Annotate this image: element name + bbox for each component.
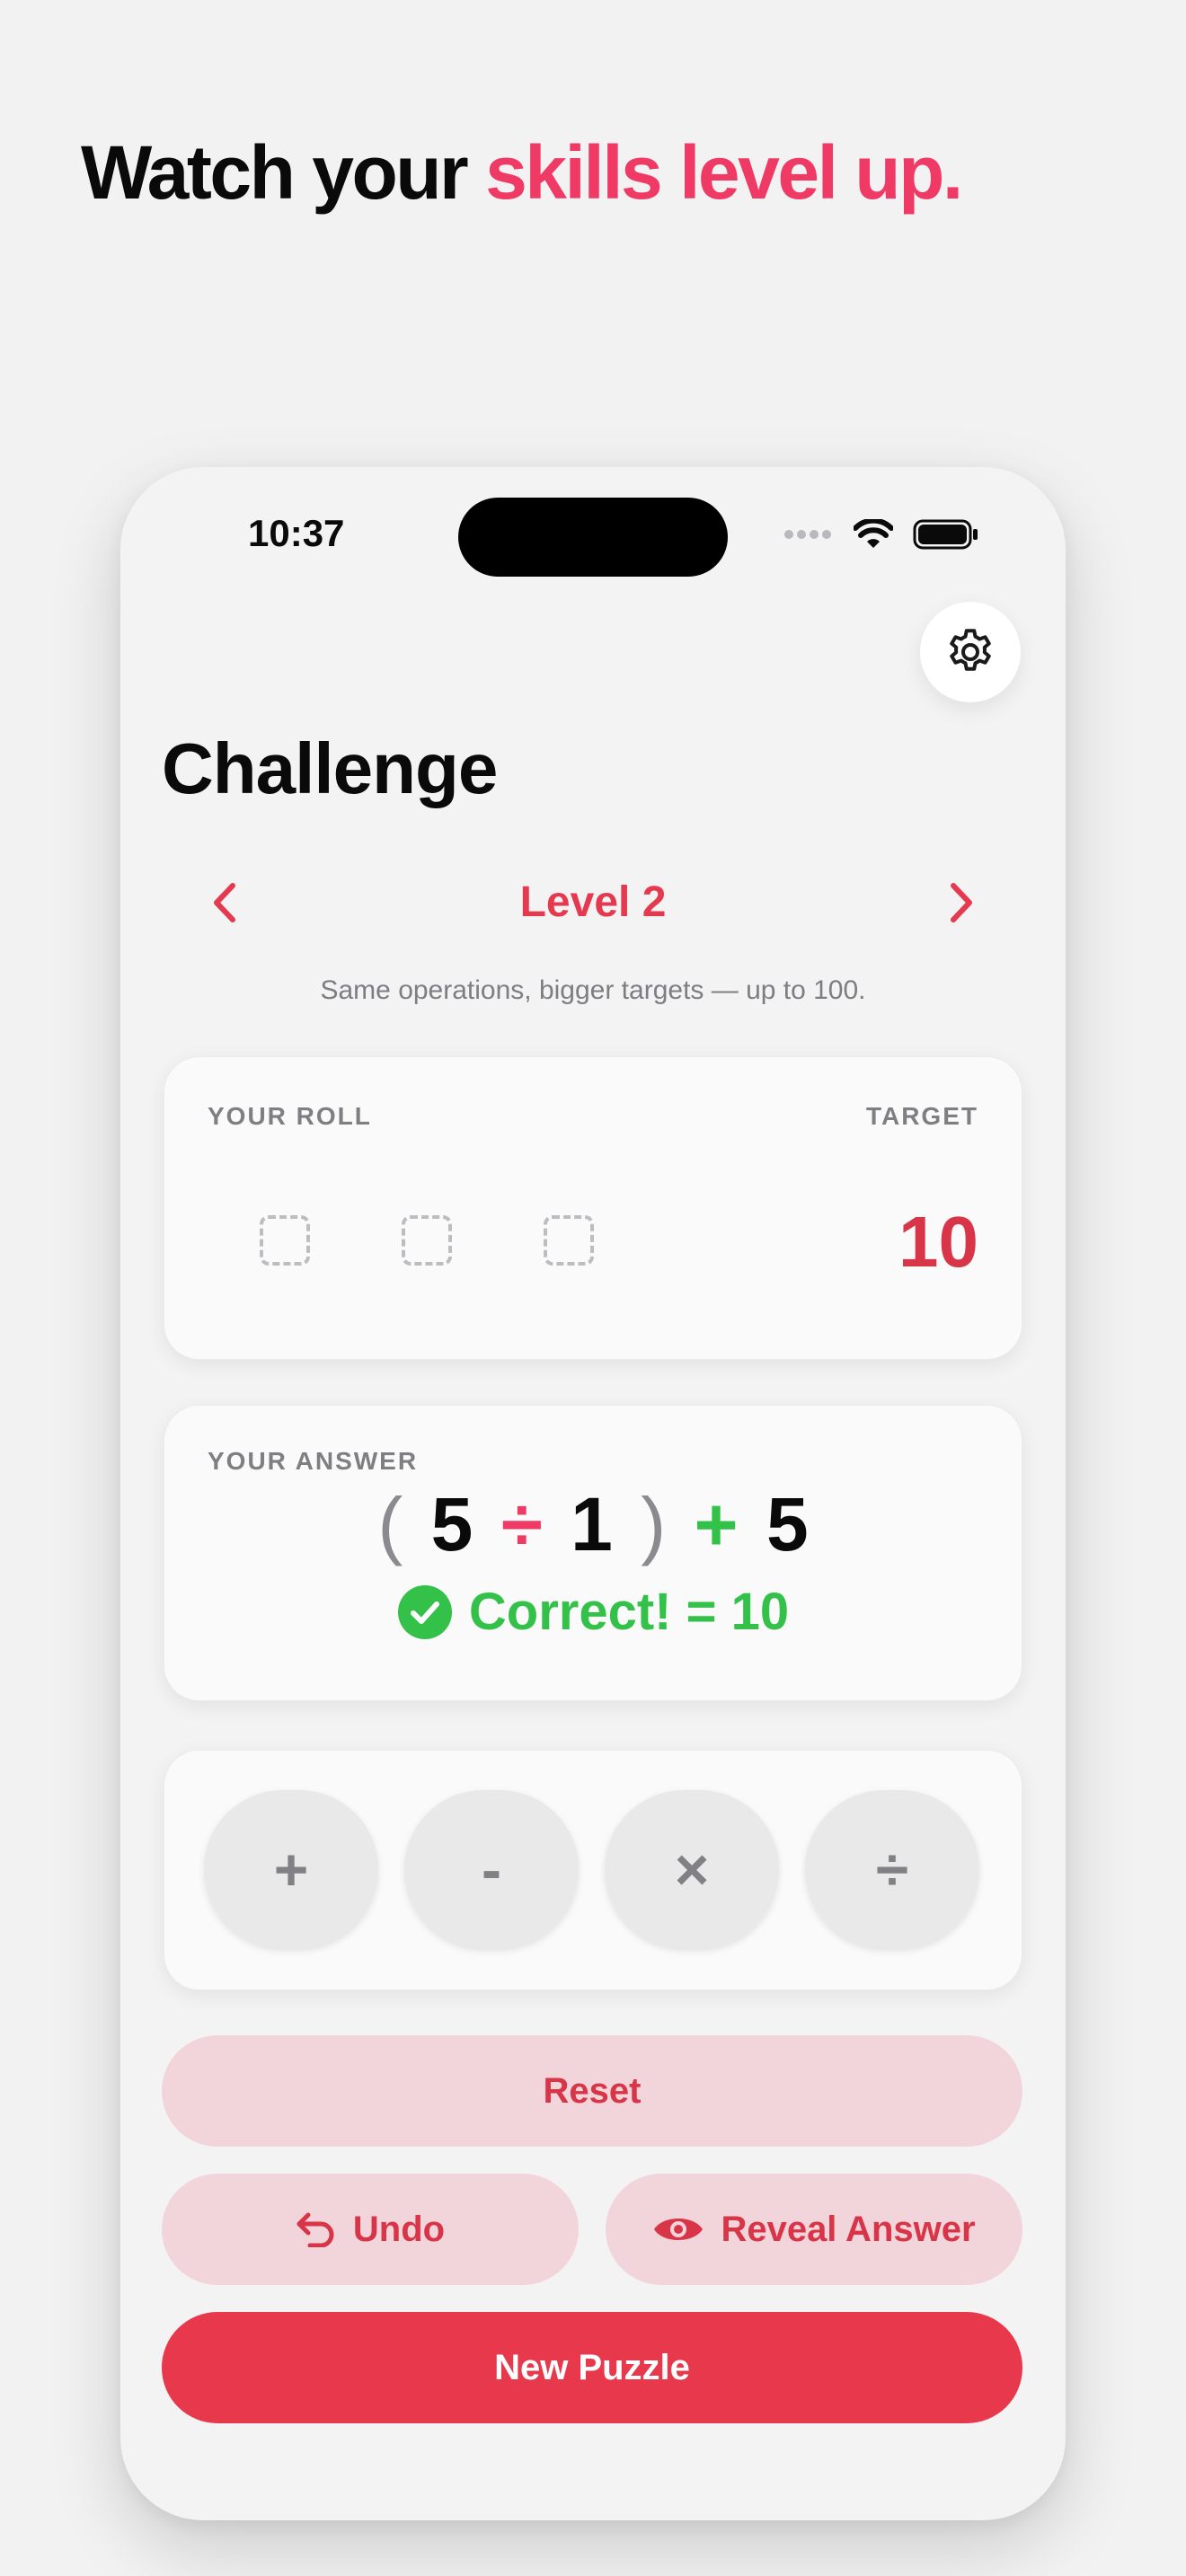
die-slot-1[interactable]	[260, 1215, 310, 1266]
die-slot-3[interactable]	[544, 1215, 594, 1266]
headline-prefix: Watch your	[81, 130, 486, 215]
expression-token: )	[641, 1482, 667, 1566]
roll-card: YOUR ROLL TARGET 10	[164, 1056, 1022, 1360]
settings-button[interactable]	[920, 602, 1021, 702]
operator-card: + - × ÷	[164, 1750, 1022, 1990]
answer-status: Correct! = 10	[164, 1582, 1022, 1642]
page-title: Challenge	[162, 728, 498, 808]
battery-icon	[913, 519, 978, 550]
expression-token: (	[377, 1482, 403, 1566]
new-puzzle-button[interactable]: New Puzzle	[162, 2312, 1022, 2423]
gear-icon	[950, 629, 991, 671]
dynamic-island	[458, 498, 728, 577]
expression-token: 5	[766, 1482, 809, 1566]
signal-dots-icon	[784, 530, 831, 539]
multiply-button[interactable]: ×	[605, 1790, 779, 1948]
chevron-right-icon	[951, 883, 972, 922]
level-label: Level 2	[519, 878, 667, 926]
level-selector: Level 2	[162, 867, 1024, 939]
divide-button[interactable]: ÷	[805, 1790, 979, 1948]
status-time: 10:37	[248, 512, 345, 554]
expression-token: 1	[571, 1482, 613, 1566]
new-puzzle-label: New Puzzle	[494, 2347, 690, 2387]
reveal-answer-button[interactable]: Reveal Answer	[606, 2174, 1022, 2285]
status-icons	[783, 519, 979, 550]
expression-token: ÷	[500, 1482, 543, 1566]
answer-expression: ( 5 ÷ 1 ) + 5	[164, 1486, 1022, 1562]
headline-accent: skills level up.	[485, 130, 963, 215]
minus-button[interactable]: -	[404, 1790, 579, 1948]
promo-headline: Watch your skills level up.	[81, 135, 963, 210]
answer-card: YOUR ANSWER ( 5 ÷ 1 ) + 5 Correct! = 10	[164, 1405, 1022, 1701]
expression-token: +	[694, 1482, 739, 1566]
your-roll-label: YOUR ROLL	[208, 1102, 372, 1130]
target-label: TARGET	[865, 1102, 978, 1130]
undo-button[interactable]: Undo	[162, 2174, 579, 2285]
eye-icon	[654, 2219, 704, 2240]
plus-button[interactable]: +	[204, 1790, 378, 1948]
next-level-button[interactable]	[933, 874, 990, 931]
answer-status-text: Correct! = 10	[468, 1583, 790, 1641]
target-value: 10	[898, 1202, 978, 1282]
reveal-answer-label: Reveal Answer	[721, 2209, 976, 2249]
phone-screen: 10:37 Challenge Level 2 Same operations,…	[120, 467, 1066, 2520]
check-circle-icon	[397, 1584, 452, 1639]
level-description: Same operations, bigger targets — up to …	[320, 975, 866, 1005]
undo-label: Undo	[352, 2209, 446, 2249]
expression-token: 5	[430, 1482, 474, 1566]
reset-label: Reset	[543, 2070, 642, 2111]
undo-arrow-icon	[296, 2212, 334, 2247]
wifi-icon	[854, 519, 893, 548]
reset-button[interactable]: Reset	[162, 2035, 1022, 2147]
die-slot-2[interactable]	[402, 1215, 452, 1266]
your-answer-label: YOUR ANSWER	[208, 1447, 419, 1475]
